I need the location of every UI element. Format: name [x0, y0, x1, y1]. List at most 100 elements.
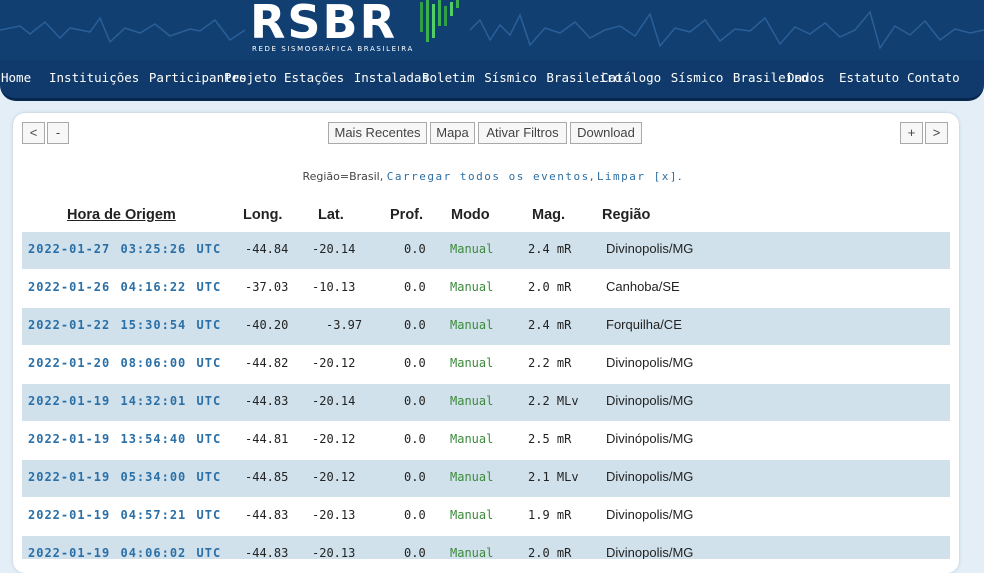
table-row[interactable]: 2022-01-19 13:54:40 UTC -44.81 -20.12 0.…: [22, 422, 950, 459]
table-row[interactable]: 2022-01-19 04:06:02 UTC -44.83 -20.13 0.…: [22, 536, 950, 559]
download-button[interactable]: Download: [570, 122, 642, 144]
table-row[interactable]: 2022-01-20 08:06:00 UTC -44.82 -20.12 0.…: [22, 346, 950, 383]
event-mode: Manual: [450, 280, 494, 294]
event-magnitude: 2.2 MLv: [528, 394, 579, 408]
event-magnitude: 2.2 mR: [528, 356, 572, 370]
event-latitude: -10.13: [312, 280, 356, 294]
clear-filter-link[interactable]: Limpar [x]: [597, 170, 678, 183]
event-depth: 0.0: [404, 242, 426, 256]
event-time-link[interactable]: 2022-01-19 04:06:02 UTC: [28, 546, 221, 559]
event-depth: 0.0: [404, 394, 426, 408]
nav-dados[interactable]: Dados: [787, 70, 825, 85]
event-mode: Manual: [450, 394, 494, 408]
logo-seismic-bars-icon: [420, 0, 459, 42]
event-mode: Manual: [450, 432, 494, 446]
header-regiao: Região: [602, 207, 651, 223]
event-longitude: -37.03: [245, 280, 289, 294]
event-region: Divinopolis/MG: [606, 545, 694, 559]
event-latitude: -20.14: [312, 242, 356, 256]
event-magnitude: 2.5 mR: [528, 432, 572, 446]
header-hora-de-origem[interactable]: Hora de Origem: [67, 207, 176, 223]
event-latitude: -20.12: [312, 356, 356, 370]
table-row[interactable]: 2022-01-19 04:57:21 UTC -44.83 -20.13 0.…: [22, 498, 950, 535]
event-region: Divinópolis/MG: [606, 431, 694, 446]
site-header: RSBR REDE SISMOGRÁFICA BRASILEIRA: [0, 0, 984, 60]
header-longitude: Long.: [243, 207, 283, 223]
event-depth: 0.0: [404, 508, 426, 522]
table-row[interactable]: 2022-01-19 14:32:01 UTC -44.83 -20.14 0.…: [22, 384, 950, 421]
event-time-link[interactable]: 2022-01-20 08:06:00 UTC: [28, 356, 221, 370]
activate-filters-button[interactable]: Ativar Filtros: [478, 122, 567, 144]
event-magnitude: 2.4 mR: [528, 318, 572, 332]
event-mode: Manual: [450, 242, 494, 256]
header-magnitude: Mag.: [532, 207, 566, 223]
header-modo: Modo: [451, 207, 490, 223]
event-depth: 0.0: [404, 470, 426, 484]
event-region: Divinopolis/MG: [606, 241, 694, 256]
event-longitude: -40.20: [245, 318, 289, 332]
event-time-link[interactable]: 2022-01-26 04:16:22 UTC: [28, 280, 221, 294]
filter-separator: ,: [589, 170, 594, 183]
event-depth: 0.0: [404, 280, 426, 294]
most-recent-button[interactable]: Mais Recentes: [328, 122, 427, 144]
event-latitude: -20.13: [312, 546, 356, 559]
event-latitude: -20.12: [312, 470, 356, 484]
next-page-button[interactable]: +: [900, 122, 923, 144]
event-depth: 0.0: [404, 318, 426, 332]
event-time-link[interactable]: 2022-01-19 04:57:21 UTC: [28, 508, 221, 522]
table-row[interactable]: 2022-01-19 05:34:00 UTC -44.85 -20.12 0.…: [22, 460, 950, 497]
event-region: Forquilha/CE: [606, 317, 682, 332]
header-latitude: Lat.: [318, 207, 344, 223]
filter-end: .: [678, 170, 682, 183]
last-page-button[interactable]: >: [925, 122, 948, 144]
event-region: Canhoba/SE: [606, 279, 680, 294]
table-row[interactable]: 2022-01-26 04:16:22 UTC -37.03 -10.13 0.…: [22, 270, 950, 307]
nav-instituicoes[interactable]: Instituições Participantes: [49, 70, 247, 85]
nav-boletim[interactable]: Boletim Sísmico Brasileiro: [422, 70, 622, 85]
active-filter-line: Região=Brasil, Carregar todos os eventos…: [0, 170, 984, 183]
event-region: Divinopolis/MG: [606, 469, 694, 484]
table-row[interactable]: 2022-01-22 15:30:54 UTC -40.20 -3.97 0.0…: [22, 308, 950, 345]
seismogram-background: [0, 10, 984, 50]
nav-estacoes[interactable]: Estações Instaladas: [284, 70, 429, 85]
rsbr-logo[interactable]: RSBR REDE SISMOGRÁFICA BRASILEIRA: [250, 0, 412, 56]
event-mode: Manual: [450, 470, 494, 484]
event-longitude: -44.84: [245, 242, 289, 256]
table-row[interactable]: 2022-01-27 03:25:26 UTC -44.84 -20.14 0.…: [22, 232, 950, 269]
event-region: Divinopolis/MG: [606, 393, 694, 408]
nav-home[interactable]: Home: [1, 70, 31, 85]
event-latitude: -20.12: [312, 432, 356, 446]
event-latitude: -20.13: [312, 508, 356, 522]
event-longitude: -44.82: [245, 356, 289, 370]
event-magnitude: 2.0 mR: [528, 546, 572, 559]
event-magnitude: 2.1 MLv: [528, 470, 579, 484]
event-time-link[interactable]: 2022-01-19 05:34:00 UTC: [28, 470, 221, 484]
event-latitude: -3.97: [326, 318, 363, 332]
event-magnitude: 1.9 mR: [528, 508, 572, 522]
event-time-link[interactable]: 2022-01-19 14:32:01 UTC: [28, 394, 221, 408]
event-longitude: -44.85: [245, 470, 289, 484]
nav-catalogo[interactable]: Catálogo Sísmico Brasileiro: [601, 70, 808, 85]
nav-projeto[interactable]: Projeto: [224, 70, 277, 85]
event-time-link[interactable]: 2022-01-27 03:25:26 UTC: [28, 242, 221, 256]
event-region: Divinopolis/MG: [606, 507, 694, 522]
event-depth: 0.0: [404, 432, 426, 446]
event-longitude: -44.83: [245, 546, 289, 559]
event-region: Divinopolis/MG: [606, 355, 694, 370]
event-time-link[interactable]: 2022-01-22 15:30:54 UTC: [28, 318, 221, 332]
event-magnitude: 2.4 mR: [528, 242, 572, 256]
map-button[interactable]: Mapa: [430, 122, 475, 144]
load-all-events-link[interactable]: Carregar todos os eventos: [387, 170, 590, 183]
previous-page-button[interactable]: -: [47, 122, 69, 144]
event-longitude: -44.83: [245, 508, 289, 522]
event-time-link[interactable]: 2022-01-19 13:54:40 UTC: [28, 432, 221, 446]
event-depth: 0.0: [404, 546, 426, 559]
header-profundidade: Prof.: [390, 207, 424, 223]
nav-contato[interactable]: Contato: [907, 70, 960, 85]
logo-subtitle: REDE SISMOGRÁFICA BRASILEIRA: [252, 45, 414, 53]
nav-estatuto[interactable]: Estatuto: [839, 70, 899, 85]
first-page-button[interactable]: <: [22, 122, 45, 144]
event-mode: Manual: [450, 356, 494, 370]
event-latitude: -20.14: [312, 394, 356, 408]
event-mode: Manual: [450, 508, 494, 522]
